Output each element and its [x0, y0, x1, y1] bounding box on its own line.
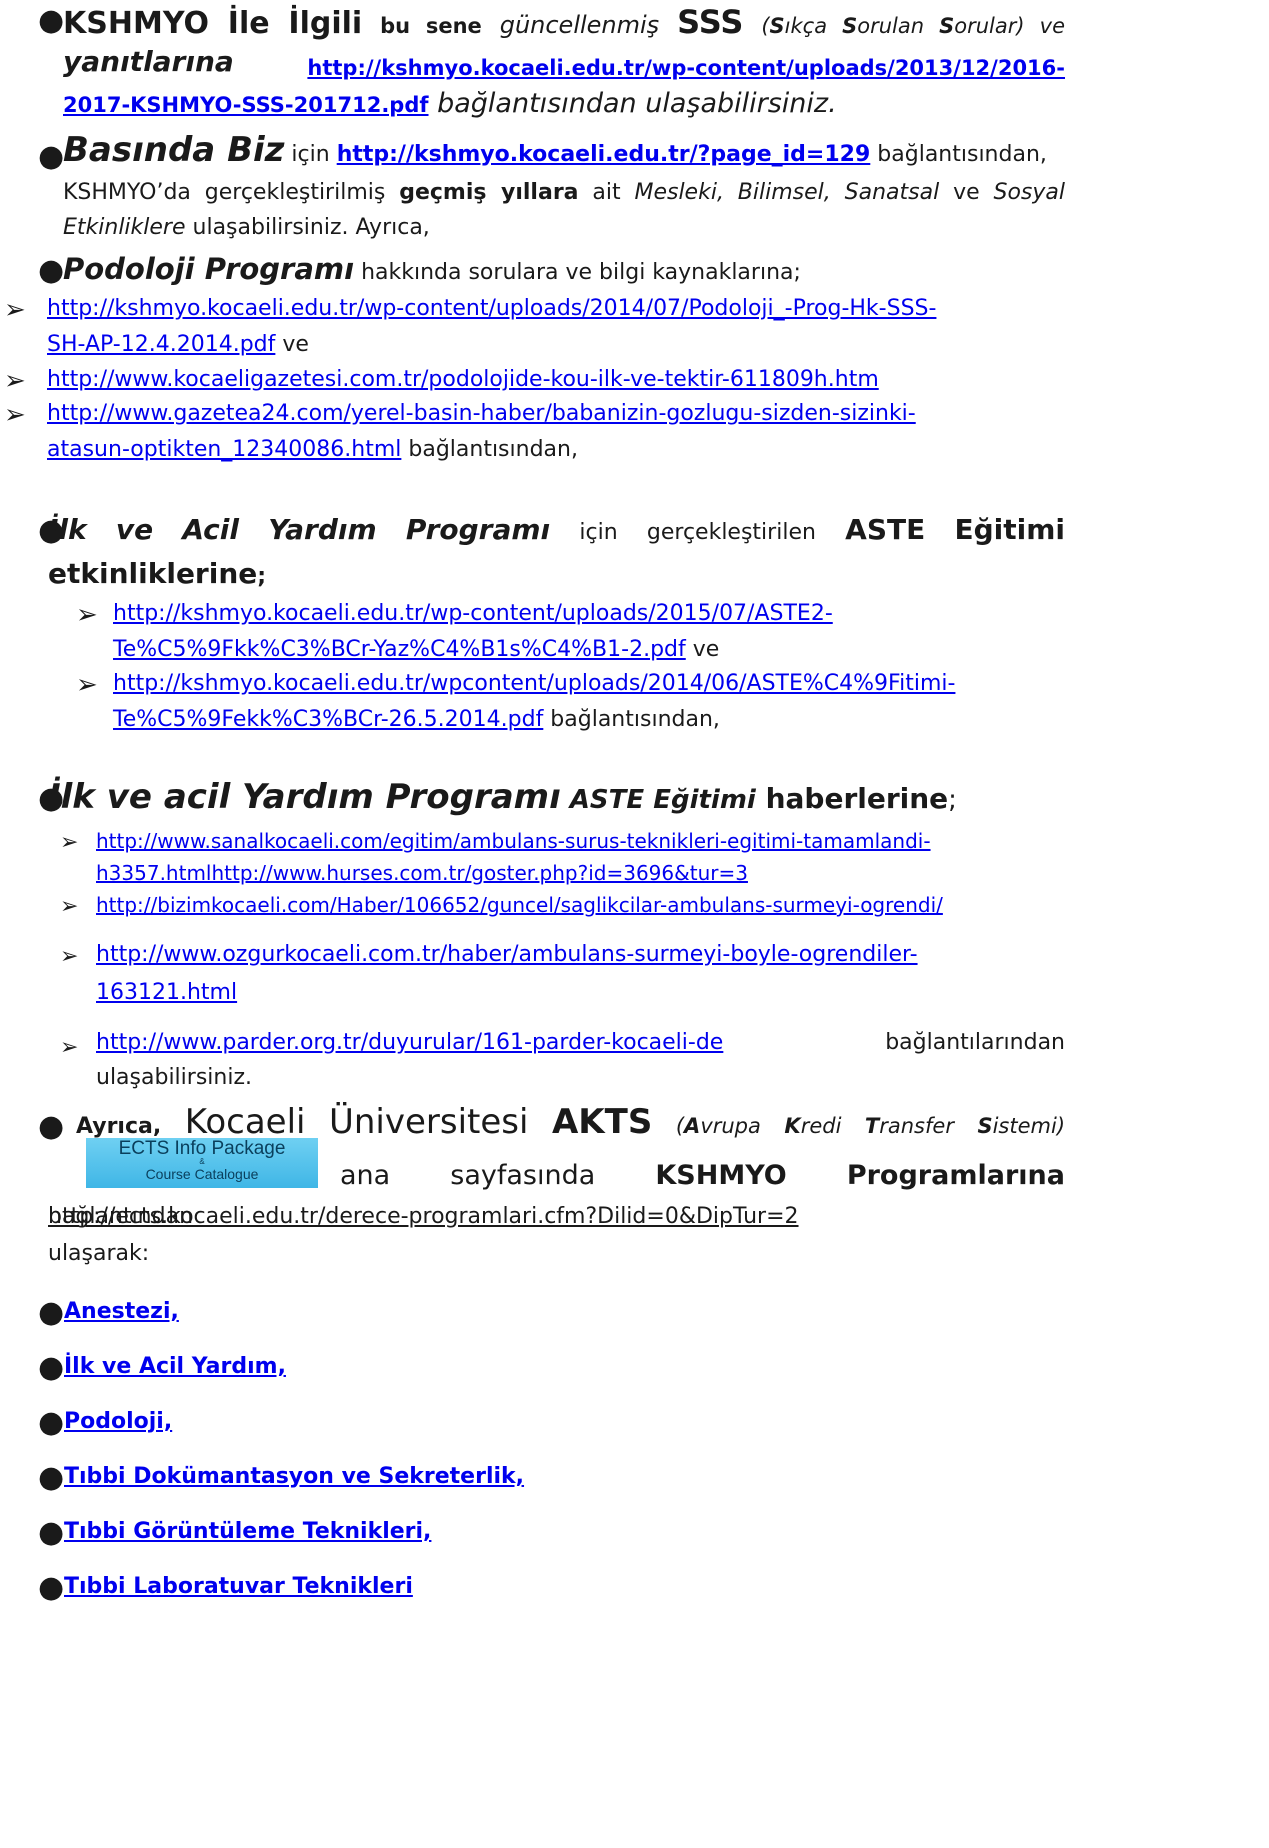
document-page: ● KSHMYO İle İlgili bu sene güncellenmiş…	[0, 0, 1269, 1848]
bizimkocaeli-link[interactable]: http://bizimkocaeli.com/Haber/106652/gun…	[96, 893, 943, 917]
yanitlarina: yanıtlarına	[63, 45, 234, 78]
bu-sene: bu sene	[380, 14, 482, 38]
haber-link-3: http://www.ozgurkocaeli.com.tr/haber/amb…	[96, 936, 1071, 1012]
arrow-icon: ➢	[60, 894, 79, 919]
sss-expansion: (Sıkça Sorulan Sorular) ve	[761, 14, 1065, 38]
ects-info-package-logo[interactable]: ECTS Info Package & Course Catalogue	[86, 1138, 318, 1188]
arrow-icon: ➢	[60, 830, 79, 855]
sss-pdf-link[interactable]: http://kshmyo.kocaeli.edu.tr/wp-content/…	[307, 50, 1065, 86]
arrow-icon: ➢	[4, 366, 26, 396]
bullet-icon: ●	[38, 1295, 65, 1330]
bullet-icon: ●	[38, 253, 65, 288]
haber-link-1: http://www.sanalkocaeli.com/egitim/ambul…	[96, 825, 1071, 889]
section-basinda-line1: Basında Biz için http://kshmyo.kocaeli.e…	[63, 130, 1065, 175]
kshmyo-ile-ilgili: KSHMYO İle İlgili	[63, 6, 363, 41]
basinda-biz: Basında Biz	[63, 130, 285, 170]
arrow-icon: ➢	[4, 295, 26, 325]
sanalkocaeli-hurses-link[interactable]: h3357.htmlhttp://www.hurses.com.tr/goste…	[96, 861, 748, 885]
podoloji-link-3: http://www.gazetea24.com/yerel-basin-hab…	[47, 401, 916, 462]
arrow-icon: ➢	[4, 400, 26, 430]
podoloji-programi: Podoloji Programı	[63, 252, 355, 286]
aste2-pdf-link[interactable]: http://kshmyo.kocaeli.edu.tr/wp-content/…	[113, 601, 833, 626]
section-akts-line2: ana sayfasında KSHMYO Programlarına	[340, 1160, 1065, 1191]
podoloji-link-2: http://www.kocaeligazetesi.com.tr/podolo…	[47, 362, 1067, 398]
ozgurkocaeli-link[interactable]: http://www.ozgurkocaeli.com.tr/haber/amb…	[96, 942, 918, 967]
podoloji-link-1: http://kshmyo.kocaeli.edu.tr/wp-content/…	[47, 296, 937, 357]
section-basinda-line3: Etkinliklere ulaşabilirsiniz. Ayrıca,	[63, 215, 430, 240]
section-sss-line3: 2017-KSHMYO-SSS-201712.pdf bağlantısında…	[63, 86, 1065, 123]
podoloji-sss-link[interactable]: http://kshmyo.kocaeli.edu.tr/wp-content/…	[47, 296, 936, 321]
section-sss-line1: KSHMYO İle İlgili bu sene güncellenmiş S…	[63, 0, 1065, 48]
aste-egitimi-pdf-link-cont[interactable]: Te%C5%9Fekk%C3%BCr-26.5.2014.pdf	[113, 707, 543, 732]
bullet-icon: ●	[38, 1350, 65, 1385]
program-link-tibbi-dokumantasyon[interactable]: Tıbbi Dokümantasyon ve Sekreterlik,	[64, 1455, 524, 1499]
section-akts-line3: http://ects.kocaeli.edu.tr/derece-progra…	[48, 1198, 1065, 1236]
bullet-icon: ●	[38, 139, 65, 174]
bullet-icon: ●	[38, 1515, 65, 1550]
arrow-icon: ➢	[60, 1035, 79, 1060]
sss-label: SSS	[677, 3, 744, 41]
haber-link-4-line2: ulaşabilirsiniz.	[96, 1065, 252, 1090]
aste-egitimi-pdf-link[interactable]: http://kshmyo.kocaeli.edu.tr/wpcontent/u…	[113, 671, 955, 696]
aste2-pdf-link-cont[interactable]: Te%C5%9Fkk%C3%BCr-Yaz%C4%B1s%C4%B1-2.pdf	[113, 637, 686, 662]
kocaeligazetesi-link[interactable]: http://www.kocaeligazetesi.com.tr/podolo…	[47, 367, 879, 392]
gazetea24-link-cont[interactable]: atasun-optikten_12340086.html	[47, 437, 401, 462]
bullet-icon: ●	[38, 3, 65, 38]
arrow-icon: ➢	[76, 600, 98, 630]
bullet-icon: ●	[38, 1460, 65, 1495]
sss-tail: bağlantısından ulaşabilirsiniz.	[428, 88, 837, 119]
bullet-icon: ●	[38, 1405, 65, 1440]
gazetea24-link[interactable]: http://www.gazetea24.com/yerel-basin-hab…	[47, 401, 916, 426]
haber-link-2: http://bizimkocaeli.com/Haber/106652/gun…	[96, 889, 1071, 921]
icin: için	[284, 142, 337, 167]
bullet-icon: ●	[38, 1109, 65, 1144]
parder-link[interactable]: http://www.parder.org.tr/duyurular/161-p…	[96, 1030, 723, 1055]
basinda-link[interactable]: http://kshmyo.kocaeli.edu.tr/?page_id=12…	[337, 142, 871, 167]
section-ilk-acil-line2: etkinliklerine;	[48, 557, 267, 590]
section-sss-line2: yanıtlarına http://kshmyo.kocaeli.edu.tr…	[63, 44, 1065, 80]
section-basinda-line2: KSHMYO’da gerçekleştirilmiş geçmiş yılla…	[63, 180, 1065, 205]
ozgurkocaeli-link-cont[interactable]: 163121.html	[96, 980, 237, 1005]
program-link-tibbi-laboratuvar[interactable]: Tıbbi Laboratuvar Teknikleri	[64, 1565, 413, 1609]
section-podoloji-line: Podoloji Programı hakkında sorulara ve b…	[63, 252, 801, 286]
aste-link-2: http://kshmyo.kocaeli.edu.tr/wpcontent/u…	[113, 671, 956, 732]
sanalkocaeli-link[interactable]: http://www.sanalkocaeli.com/egitim/ambul…	[96, 829, 931, 853]
aste-link-1: http://kshmyo.kocaeli.edu.tr/wp-content/…	[113, 601, 833, 662]
program-link-podoloji[interactable]: Podoloji,	[64, 1400, 172, 1444]
program-link-tibbi-goruntuleme[interactable]: Tıbbi Görüntüleme Teknikleri,	[64, 1510, 431, 1554]
haber-link-4: http://www.parder.org.tr/duyurular/161-p…	[96, 1024, 1065, 1062]
guncellenmis: güncellenmiş	[499, 11, 660, 39]
ects-programs-link[interactable]: http://ects.kocaeli.edu.tr/derece-progra…	[48, 1198, 1269, 1236]
section-ilk-acil-line1: İlk ve Acil Yardım Programı için gerçekl…	[48, 513, 1065, 546]
arrow-icon: ➢	[76, 670, 98, 700]
bullet-icon: ●	[38, 1570, 65, 1605]
program-link-anestezi[interactable]: Anestezi,	[64, 1290, 179, 1334]
basinda-tail: bağlantısından,	[870, 142, 1047, 167]
program-link-ilk-ve-acil-yardim[interactable]: İlk ve Acil Yardım,	[64, 1345, 286, 1389]
arrow-icon: ➢	[60, 944, 79, 969]
sss-pdf-link-cont[interactable]: 2017-KSHMYO-SSS-201712.pdf	[63, 93, 429, 117]
baglantilarindan: bağlantılarından	[885, 1030, 1065, 1055]
section-akts-line4: ulaşarak:	[48, 1241, 150, 1266]
section-haberler-line: İlk ve acil Yardım Programı ASTE Eğitimi…	[48, 777, 957, 817]
podoloji-sss-link-cont[interactable]: SH-AP-12.4.2014.pdf	[47, 332, 275, 357]
